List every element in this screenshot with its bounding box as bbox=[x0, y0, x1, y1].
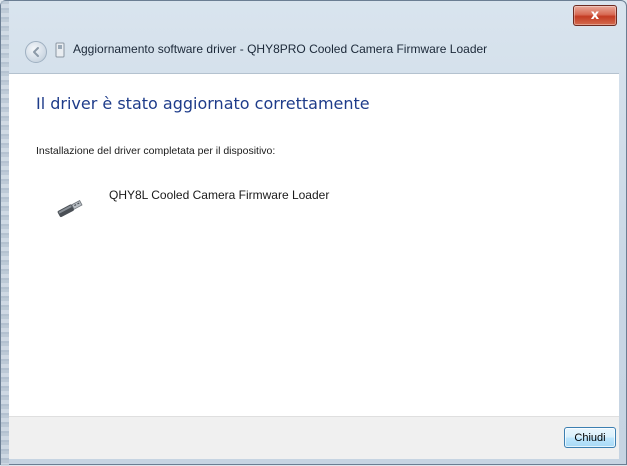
dialog-footer: Chiudi bbox=[9, 416, 619, 459]
close-button[interactable]: Chiudi bbox=[564, 427, 616, 448]
device-manager-icon bbox=[55, 42, 65, 58]
window-close-button[interactable]: x bbox=[573, 5, 617, 26]
close-icon: x bbox=[590, 8, 600, 23]
window-frame-edge bbox=[1, 1, 9, 466]
content-panel: Il driver è stato aggiornato correttamen… bbox=[9, 73, 619, 417]
back-button[interactable] bbox=[25, 41, 47, 63]
device-name: QHY8L Cooled Camera Firmware Loader bbox=[109, 188, 330, 202]
dialog-window: x Aggiornamento software driver - QHY8PR… bbox=[0, 0, 627, 466]
window-title: Aggiornamento software driver - QHY8PRO … bbox=[73, 42, 488, 56]
back-arrow-icon bbox=[33, 47, 39, 57]
install-complete-text: Installazione del driver completata per … bbox=[36, 145, 276, 157]
title-bar: x Aggiornamento software driver - QHY8PR… bbox=[9, 1, 626, 71]
usb-device-icon bbox=[57, 200, 83, 218]
page-title: Il driver è stato aggiornato correttamen… bbox=[36, 94, 370, 113]
